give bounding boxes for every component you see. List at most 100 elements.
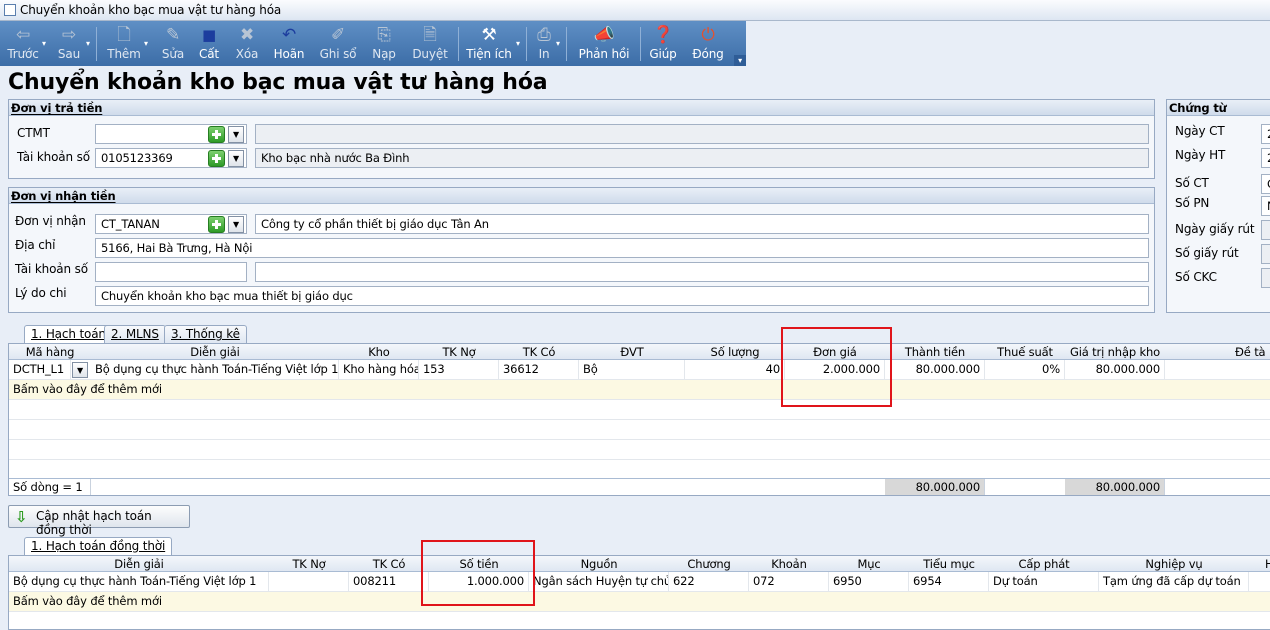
- col-header[interactable]: Kho: [339, 345, 419, 359]
- credit-account-cell[interactable]: 36612: [499, 360, 579, 380]
- update-concurrent-button[interactable]: ⇩ Cập nhật hạch toán đồng thời: [8, 505, 190, 537]
- add-button[interactable]: 🗋 Thêm: [104, 21, 144, 66]
- tab-hach-toan-dong-thoi[interactable]: 1. Hạch toán đồng thời: [24, 537, 173, 556]
- stock-value-cell[interactable]: 80.000.000: [1065, 360, 1165, 380]
- col-header[interactable]: Tiểu mục: [909, 557, 989, 571]
- feedback-button[interactable]: 📣 Phản hồi: [578, 21, 630, 66]
- credit-account-cell[interactable]: 008211: [349, 572, 429, 592]
- so-ckc-input[interactable]: [1261, 268, 1270, 288]
- col-header[interactable]: Chương: [669, 557, 749, 571]
- forward-button[interactable]: ⇨ Sau: [50, 21, 88, 66]
- col-header[interactable]: TK Nợ: [269, 557, 349, 571]
- col-header[interactable]: Mã hàng: [9, 345, 91, 359]
- col-header[interactable]: TK Nợ: [419, 345, 499, 359]
- warehouse-cell[interactable]: Kho hàng hóa: [339, 360, 419, 380]
- col-header[interactable]: Nguồn: [529, 557, 669, 571]
- help-icon: ❓: [652, 25, 674, 45]
- utilities-button[interactable]: ⚒ Tiện ích: [464, 21, 514, 66]
- so-pn-input[interactable]: N: [1261, 196, 1270, 216]
- debit-account-cell[interactable]: 153: [419, 360, 499, 380]
- cap-phat-cell[interactable]: Dự toán: [989, 572, 1099, 592]
- tab-thong-ke[interactable]: 3. Thống kê: [164, 325, 247, 343]
- so-giay-rut-input[interactable]: [1261, 244, 1270, 264]
- so-ct-input[interactable]: C: [1261, 174, 1270, 194]
- payee-unit-label: Đơn vị nhận: [15, 214, 86, 228]
- col-header[interactable]: Mục: [829, 557, 909, 571]
- payee-account-desc[interactable]: [255, 262, 1149, 282]
- col-header[interactable]: Diễn giải: [9, 557, 269, 571]
- date-ht-input[interactable]: 2: [1261, 148, 1270, 168]
- payee-account-input[interactable]: [95, 262, 247, 282]
- back-button[interactable]: ⇦ Trước: [4, 21, 42, 66]
- date-ht-label: Ngày HT: [1175, 148, 1226, 162]
- toolbar-separator: [640, 27, 641, 61]
- add-account-icon[interactable]: [208, 150, 225, 167]
- save-button[interactable]: ■ Cất: [194, 21, 224, 66]
- source-cell[interactable]: Ngân sách Huyện tự chủ: [529, 572, 669, 592]
- col-header[interactable]: Số lượng: [685, 345, 785, 359]
- printer-icon: ⎙: [537, 25, 551, 45]
- col-header[interactable]: Nghiệp vụ: [1099, 557, 1249, 571]
- debit-account-cell[interactable]: [269, 572, 349, 592]
- toolbar-separator: [566, 27, 567, 61]
- unit-cell[interactable]: Bộ: [579, 360, 685, 380]
- add-ctmt-icon[interactable]: [208, 126, 225, 143]
- col-header[interactable]: Khoản: [749, 557, 829, 571]
- new-row[interactable]: Bấm vào đây để thêm mới: [9, 592, 1270, 612]
- col-header[interactable]: Đề tà: [1235, 345, 1270, 359]
- col-header[interactable]: ĐVT: [579, 345, 685, 359]
- muc-cell[interactable]: 6950: [829, 572, 909, 592]
- col-header[interactable]: Thuế suất: [985, 345, 1065, 359]
- post-button[interactable]: ✐ Ghi sổ: [316, 21, 360, 66]
- item-code-dropdown-icon[interactable]: ▼: [72, 362, 88, 378]
- edit-button[interactable]: ✎ Sửa: [156, 21, 190, 66]
- desc-cell[interactable]: Bộ dụng cụ thực hành Toán-Tiếng Việt lớp…: [91, 360, 339, 380]
- page-title: Chuyển khoản kho bạc mua vật tư hàng hóa: [8, 70, 548, 95]
- khoan-cell[interactable]: 072: [749, 572, 829, 592]
- new-row-label[interactable]: Bấm vào đây để thêm mới: [9, 380, 339, 400]
- table-row[interactable]: Bộ dụng cụ thực hành Toán-Tiếng Việt lớp…: [9, 572, 1270, 592]
- address-input[interactable]: 5166, Hai Bà Trưng, Hà Nội: [95, 238, 1149, 258]
- new-row-label[interactable]: Bấm vào đây để thêm mới: [9, 592, 269, 612]
- payer-panel: Đơn vị trả tiền CTMT ▼ Tài khoản số 0105…: [8, 99, 1155, 179]
- payee-dropdown-icon[interactable]: ▼: [228, 216, 244, 233]
- col-header[interactable]: TK Có: [499, 345, 579, 359]
- delete-button[interactable]: ✖ Xóa: [230, 21, 264, 66]
- ngay-giay-rut-input[interactable]: [1261, 220, 1270, 240]
- payee-panel: Đơn vị nhận tiền Đơn vị nhận CT_TANAN ▼ …: [8, 187, 1155, 313]
- date-ct-input[interactable]: 2: [1261, 124, 1270, 144]
- col-header[interactable]: H: [1265, 557, 1270, 571]
- table-row[interactable]: DCTH_L1 ▼ Bộ dụng cụ thực hành Toán-Tiến…: [9, 360, 1270, 380]
- payee-account-label: Tài khoản số: [15, 262, 88, 276]
- quantity-cell[interactable]: 40: [685, 360, 785, 380]
- col-header[interactable]: Diễn giải: [91, 345, 339, 359]
- load-button[interactable]: ⎘ Nạp: [366, 21, 402, 66]
- tieu-muc-cell[interactable]: 6954: [909, 572, 989, 592]
- tax-cell[interactable]: 0%: [985, 360, 1065, 380]
- col-header[interactable]: TK Có: [349, 557, 429, 571]
- undo-button[interactable]: ↶ Hoãn: [270, 21, 308, 66]
- col-header[interactable]: Thành tiền: [885, 345, 985, 359]
- add-payee-icon[interactable]: [208, 216, 225, 233]
- payee-unit-desc[interactable]: Công ty cổ phần thiết bị giáo dục Tân An: [255, 214, 1149, 234]
- tools-icon: ⚒: [481, 25, 497, 45]
- nghiep-vu-cell[interactable]: Tạm ứng đã cấp dự toán: [1099, 572, 1249, 592]
- chapter-cell[interactable]: 622: [669, 572, 749, 592]
- amount-cell[interactable]: 80.000.000: [885, 360, 985, 380]
- help-button[interactable]: ❓ Giúp: [648, 21, 678, 66]
- print-button[interactable]: ⎙ In: [532, 21, 556, 66]
- utilities-dropdown-icon: ▾: [516, 39, 520, 48]
- col-header[interactable]: Cấp phát: [989, 557, 1099, 571]
- reason-input[interactable]: Chuyển khoản kho bạc mua thiết bị giáo d…: [95, 286, 1149, 306]
- close-button[interactable]: ⏻ Đóng: [690, 21, 726, 66]
- new-row[interactable]: Bấm vào đây để thêm mới: [9, 380, 1270, 400]
- tab-hach-toan[interactable]: 1. Hạch toán: [24, 325, 113, 344]
- item-code-cell[interactable]: DCTH_L1: [9, 360, 71, 380]
- col-header[interactable]: Giá trị nhập kho: [1065, 345, 1165, 359]
- account-dropdown-icon[interactable]: ▼: [228, 150, 244, 167]
- tab-mlns[interactable]: 2. MLNS: [104, 325, 166, 343]
- approve-button[interactable]: 🗎 Duyệt: [408, 21, 452, 66]
- ctmt-dropdown-icon[interactable]: ▼: [228, 126, 244, 143]
- desc-cell[interactable]: Bộ dụng cụ thực hành Toán-Tiếng Việt lớp…: [9, 572, 269, 592]
- toolbar-customize-icon[interactable]: ▾: [734, 55, 746, 66]
